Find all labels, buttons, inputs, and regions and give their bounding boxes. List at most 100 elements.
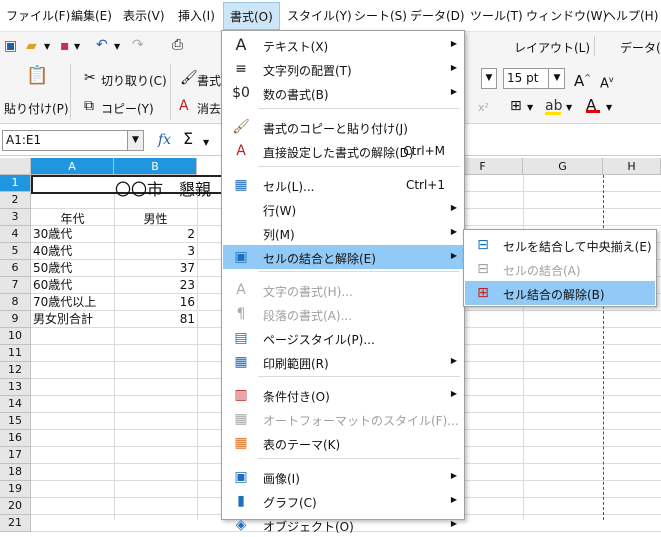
menu-insert[interactable]: 挿入(I) bbox=[178, 7, 215, 24]
row-header-15[interactable]: 15 bbox=[0, 413, 31, 430]
format-menu-item-number-format[interactable]: $0 数の書式(B) ▶ bbox=[223, 81, 463, 105]
clear-format-button[interactable]: 消去 bbox=[197, 100, 221, 117]
merge-cells-item[interactable]: ⊟ セルの結合(A) bbox=[465, 257, 655, 281]
column-header-a[interactable]: A bbox=[31, 158, 114, 175]
format-menu-item-autoformat-styles[interactable]: ▦ オートフォーマットのスタイル(F)... bbox=[223, 407, 463, 431]
row-header-7[interactable]: 7 bbox=[0, 277, 31, 294]
cell-age[interactable]: 40歳代 bbox=[31, 243, 114, 260]
menu-tools[interactable]: ツール(T) bbox=[470, 7, 523, 24]
cell-male[interactable]: 2 bbox=[114, 226, 197, 243]
superscript-icon[interactable]: x² bbox=[478, 100, 489, 116]
row-header-2[interactable]: 2 bbox=[0, 192, 31, 209]
format-menu-item-table-theme[interactable]: ▦ 表のテーマ(K) bbox=[223, 431, 463, 455]
format-menu-item-columns[interactable]: 列(M) ▶ bbox=[223, 221, 463, 245]
cell-age[interactable]: 男女別合計 bbox=[31, 311, 114, 328]
row-header-5[interactable]: 5 bbox=[0, 243, 31, 260]
paste-icon[interactable]: 📋 bbox=[26, 67, 48, 85]
font-color-icon[interactable]: A bbox=[586, 97, 600, 113]
format-menu-item-chart[interactable]: ▮ グラフ(C) ▶ bbox=[223, 489, 463, 513]
format-menu-item-page-style[interactable]: ▤ ページスタイル(P)... bbox=[223, 326, 463, 350]
column-header-h[interactable]: H bbox=[603, 158, 661, 175]
clone-format-button[interactable]: 書式 bbox=[197, 72, 221, 89]
merge-and-center-item[interactable]: ⊟ セルを結合して中央揃え(E) bbox=[465, 233, 655, 257]
chevron-down-icon[interactable]: ▼ bbox=[606, 100, 612, 116]
cell-age[interactable]: 50歳代 bbox=[31, 260, 114, 277]
format-menu-item-conditional[interactable]: ▥ 条件付き(O) ▶ bbox=[223, 383, 463, 407]
format-menu-item-clone-formatting[interactable]: 🖌 書式のコピーと貼り付け(J) bbox=[223, 115, 463, 139]
menu-view[interactable]: 表示(V) bbox=[123, 7, 165, 24]
grow-font-icon[interactable]: A^ bbox=[574, 70, 591, 89]
highlight-icon[interactable]: ab bbox=[545, 98, 562, 115]
format-menu-item-object[interactable]: ◈ オブジェクト(O) ▶ bbox=[223, 513, 463, 537]
row-header-19[interactable]: 19 bbox=[0, 481, 31, 498]
format-menu-item-cells[interactable]: ▦ セル(L)... Ctrl+1 bbox=[223, 173, 463, 197]
menu-help[interactable]: ヘルプ(H) bbox=[604, 7, 658, 24]
format-menu-item-print-ranges[interactable]: ▦ 印刷範囲(R) ▶ bbox=[223, 350, 463, 374]
cell-male[interactable]: 3 bbox=[114, 243, 197, 260]
open-folder-icon[interactable]: ▰ bbox=[26, 38, 37, 54]
format-menu-item-rows[interactable]: 行(W) ▶ bbox=[223, 197, 463, 221]
menu-edit[interactable]: 編集(E) bbox=[71, 7, 112, 24]
row-header-4[interactable]: 4 bbox=[0, 226, 31, 243]
chevron-down-icon[interactable]: ▼ bbox=[548, 68, 565, 89]
row-header-1[interactable]: 1 bbox=[0, 175, 31, 192]
row-header-9[interactable]: 9 bbox=[0, 311, 31, 328]
column-header-g[interactable]: G bbox=[523, 158, 603, 175]
name-box[interactable]: A1:E1 ▼ bbox=[2, 130, 144, 151]
borders-icon[interactable]: ⊞ bbox=[510, 98, 522, 114]
cell-age[interactable]: 70歳代以上 bbox=[31, 294, 114, 311]
format-menu-item-character[interactable]: A 文字の書式(H)... bbox=[223, 278, 463, 302]
font-name-dropdown-chevron[interactable]: ▼ bbox=[481, 68, 497, 89]
cell-age[interactable]: 30歳代 bbox=[31, 226, 114, 243]
undo-icon[interactable]: ↶ bbox=[96, 37, 108, 53]
shrink-font-icon[interactable]: Av bbox=[600, 72, 614, 92]
save-icon[interactable]: ▪ bbox=[60, 38, 70, 54]
format-menu-item-image[interactable]: ▣ 画像(I) ▶ bbox=[223, 465, 463, 489]
new-doc-icon[interactable]: ▣ bbox=[4, 38, 17, 54]
menu-file[interactable]: ファイル(F) bbox=[6, 7, 70, 24]
chevron-down-icon[interactable]: ▼ bbox=[44, 39, 50, 55]
format-menu-item-text[interactable]: A テキスト(X) ▶ bbox=[223, 33, 463, 57]
row-header-14[interactable]: 14 bbox=[0, 396, 31, 413]
row-header-17[interactable]: 17 bbox=[0, 447, 31, 464]
brush-icon[interactable]: 🖌 bbox=[180, 70, 198, 86]
print-icon[interactable]: ⎙ bbox=[172, 37, 183, 53]
eraser-icon[interactable]: A bbox=[179, 98, 189, 114]
row-header-11[interactable]: 11 bbox=[0, 345, 31, 362]
merged-title-cell[interactable]: 〇〇市 懇親 bbox=[31, 175, 223, 199]
redo-icon[interactable]: ↷ bbox=[132, 37, 144, 53]
tab-data[interactable]: データ(D) bbox=[620, 39, 661, 56]
row-header-6[interactable]: 6 bbox=[0, 260, 31, 277]
scissors-icon[interactable]: ✂ bbox=[84, 70, 96, 86]
function-wizard-icon[interactable]: fx bbox=[158, 132, 171, 148]
row-header-18[interactable]: 18 bbox=[0, 464, 31, 481]
cell-male[interactable]: 81 bbox=[114, 311, 197, 328]
row-header-13[interactable]: 13 bbox=[0, 379, 31, 396]
copy-button[interactable]: コピー(Y) bbox=[101, 100, 154, 117]
row-header-16[interactable]: 16 bbox=[0, 430, 31, 447]
row-header-12[interactable]: 12 bbox=[0, 362, 31, 379]
chevron-down-icon[interactable]: ▼ bbox=[566, 100, 572, 116]
menu-sheet[interactable]: シート(S) bbox=[354, 7, 407, 24]
row-header-10[interactable]: 10 bbox=[0, 328, 31, 345]
row-header-21[interactable]: 21 bbox=[0, 515, 31, 532]
paste-button[interactable]: 貼り付け(P) bbox=[4, 100, 69, 117]
cell-male[interactable]: 23 bbox=[114, 277, 197, 294]
format-menu-item-merge-and-unmerge-cells[interactable]: ▣ セルの結合と解除(E) ▶ bbox=[223, 245, 463, 269]
row-header-20[interactable]: 20 bbox=[0, 498, 31, 515]
format-menu-item-paragraph[interactable]: ¶ 段落の書式(A)... bbox=[223, 302, 463, 326]
chevron-down-icon[interactable]: ▼ bbox=[527, 100, 533, 116]
menu-styles[interactable]: スタイル(Y) bbox=[287, 7, 352, 24]
cell-age[interactable]: 60歳代 bbox=[31, 277, 114, 294]
select-all-corner[interactable] bbox=[0, 158, 31, 175]
cell-male[interactable]: 37 bbox=[114, 260, 197, 277]
column-header-b[interactable]: B bbox=[114, 158, 197, 175]
row-header-3[interactable]: 3 bbox=[0, 209, 31, 226]
cell-male[interactable]: 16 bbox=[114, 294, 197, 311]
format-menu-item-text-alignment[interactable]: ≡ 文字列の配置(T) ▶ bbox=[223, 57, 463, 81]
format-menu-item-clear-direct-formatting[interactable]: A 直接設定した書式の解除(D) Ctrl+M bbox=[223, 139, 463, 163]
unmerge-cells-item[interactable]: ⊞ セル結合の解除(B) bbox=[465, 281, 655, 305]
menu-window[interactable]: ウィンドウ(W) bbox=[526, 7, 607, 24]
copy-icon[interactable]: ⧉ bbox=[84, 98, 94, 114]
chevron-down-icon[interactable]: ▼ bbox=[74, 39, 80, 55]
